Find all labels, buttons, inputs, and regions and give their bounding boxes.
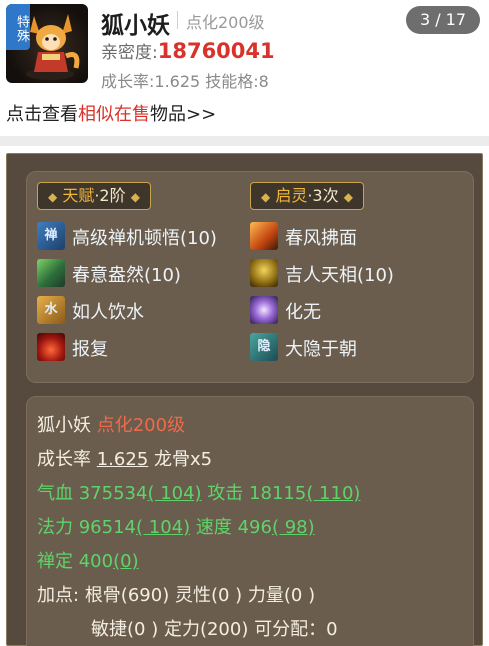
liliang-point: 力量(0 )	[247, 585, 316, 606]
spd-label: 速度	[195, 517, 232, 538]
ornament-icon: ◆	[130, 190, 140, 204]
section-divider	[0, 136, 489, 146]
ornament-icon: ◆	[343, 190, 353, 204]
mp-label: 法力	[37, 517, 73, 538]
vanish-icon	[250, 296, 278, 324]
atk-value: 18115	[249, 483, 307, 504]
revenge-icon	[37, 333, 65, 361]
spring-breeze-icon	[250, 222, 278, 250]
title-divider	[177, 11, 178, 29]
atk-bonus: ( 110)	[306, 483, 361, 504]
similar-suffix: 物品>>	[150, 104, 217, 125]
atk-label: 攻击	[207, 483, 244, 504]
talent-label: 天赋	[62, 186, 95, 205]
growth-skill-slots: 成长率:1.625 技能格:8	[101, 72, 269, 91]
dingli-point: 定力(200)	[163, 619, 249, 640]
pet-detail-panel: ◆ 天赋·2阶 ◆ ◆ 启灵·3次 ◆ 禅 高级禅机顿悟(10) 春风拂面 春意…	[6, 153, 483, 646]
spd-value: 496	[237, 517, 272, 538]
skill-name: 吉人天相(10)	[285, 265, 394, 286]
water-icon: 水	[37, 296, 65, 324]
points-row-2: 敏捷(0 ) 定力(200) 可分配：0	[91, 615, 338, 641]
zen-label: 禅定	[37, 551, 73, 572]
zen-row: 禅定 400(0)	[37, 547, 139, 573]
spring-icon	[37, 259, 65, 287]
skill-name: 化无	[285, 302, 321, 323]
lucky-icon	[250, 259, 278, 287]
stats-pet-name: 狐小妖	[37, 415, 91, 436]
spd-bonus: ( 98)	[271, 517, 315, 538]
similar-on-sale-link[interactable]: 相似在售	[78, 104, 150, 125]
points-label: 加点:	[37, 585, 80, 606]
ornament-icon: ◆	[48, 190, 58, 204]
zen-value: 400	[78, 551, 114, 572]
special-badge: 特殊	[6, 4, 30, 50]
intimacy-row: 亲密度:18760041	[101, 38, 275, 63]
skill-name: 报复	[72, 339, 108, 360]
qiling-count: ·3次	[307, 186, 339, 205]
mp-spd-row: 法力 96514( 104) 速度 496( 98)	[37, 513, 315, 539]
hermit-icon: 隐	[250, 333, 278, 361]
hp-value: 375534	[78, 483, 148, 504]
qiling-tag: ◆ 启灵·3次 ◆	[250, 182, 364, 210]
pet-header: 特殊 狐小妖 点化200级 3 / 17 亲密度:18760041 成长率:1.…	[0, 0, 489, 134]
hp-atk-row: 气血 375534( 104) 攻击 18115( 110)	[37, 479, 360, 505]
dragon-bone: 龙骨x5	[154, 449, 213, 470]
growth-label: 成长率	[37, 449, 91, 470]
lingxing-point: 灵性(0 )	[174, 585, 243, 606]
growth-row: 成长率 1.625 龙骨x5	[37, 445, 212, 471]
pet-name: 狐小妖	[101, 13, 170, 39]
points-row: 加点: 根骨(690) 灵性(0 ) 力量(0 )	[37, 581, 315, 607]
hp-label: 气血	[37, 483, 73, 504]
skill-name: 春意盎然(10)	[72, 265, 181, 286]
skill-name: 大隐于朝	[285, 339, 357, 360]
refine-level: 点化200级	[186, 13, 265, 32]
stats-refine-level: 点化200级	[96, 415, 186, 436]
growth-value: 1.625	[96, 449, 149, 470]
intimacy-value: 18760041	[157, 39, 275, 63]
similar-items-link-row[interactable]: 点击查看相似在售物品>>	[6, 100, 216, 126]
skills-box: ◆ 天赋·2阶 ◆ ◆ 启灵·3次 ◆ 禅 高级禅机顿悟(10) 春风拂面 春意…	[26, 171, 474, 383]
talent-tag: ◆ 天赋·2阶 ◆	[37, 182, 151, 210]
minjie-point: 敏捷(0 )	[91, 619, 159, 640]
page-counter: 3 / 17	[406, 6, 480, 34]
skill-name: 春风拂面	[285, 228, 357, 249]
ornament-icon: ◆	[261, 190, 271, 204]
chanji-icon: 禅	[37, 222, 65, 250]
stats-box: 狐小妖 点化200级 成长率 1.625 龙骨x5 气血 375534( 104…	[26, 396, 474, 646]
assignable-points: 可分配：0	[254, 619, 338, 640]
skill-name: 如人饮水	[72, 302, 144, 323]
intimacy-label: 亲密度:	[101, 43, 158, 63]
similar-prefix: 点击查看	[6, 104, 78, 125]
mp-value: 96514	[78, 517, 136, 538]
stats-name-row: 狐小妖 点化200级	[37, 411, 185, 437]
zen-bonus: (0)	[113, 551, 139, 572]
hp-bonus: ( 104)	[147, 483, 202, 504]
mp-bonus: ( 104)	[136, 517, 191, 538]
gengu-point: 根骨(690)	[84, 585, 170, 606]
pet-avatar[interactable]: 特殊	[6, 4, 88, 83]
qiling-label: 启灵	[275, 186, 308, 205]
skill-name: 高级禅机顿悟(10)	[72, 228, 217, 249]
talent-level: ·2阶	[94, 186, 126, 205]
